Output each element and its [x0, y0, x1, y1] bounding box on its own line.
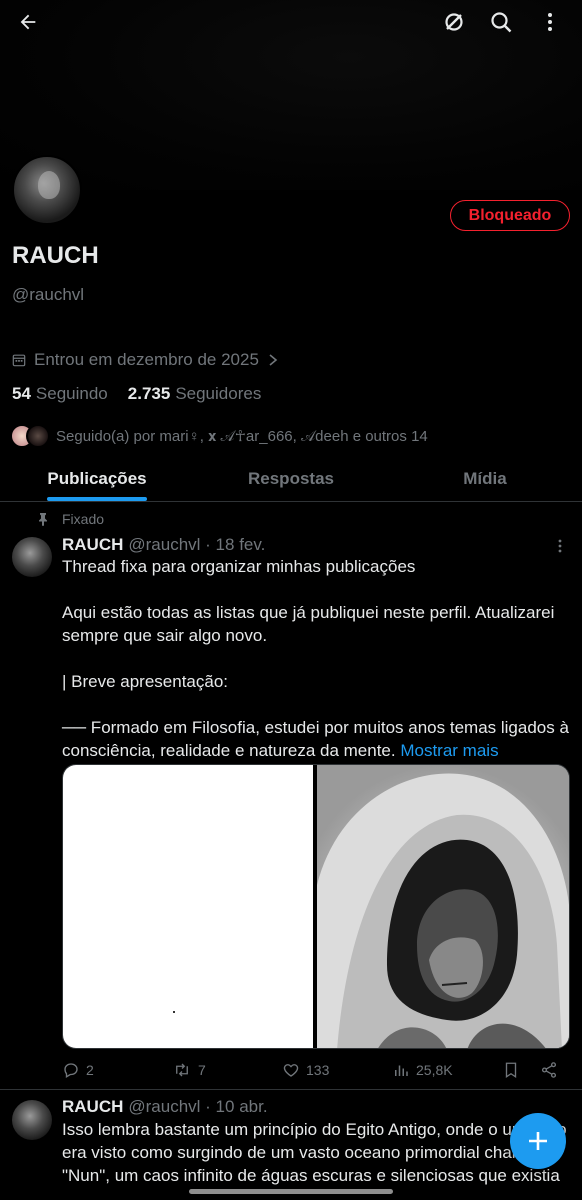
profile-handle: @rauchvl: [12, 285, 85, 304]
home-indicator[interactable]: [189, 1189, 393, 1194]
post-image-2[interactable]: [317, 765, 569, 1048]
search-icon[interactable]: [487, 8, 515, 36]
followed-by-text: Seguido(a) por mari♀, 𝐱 𝒜☥ar_666, 𝒜deeh …: [56, 428, 428, 445]
post-divider: [0, 1089, 582, 1090]
post-more-icon[interactable]: [552, 538, 568, 554]
followed-by-row[interactable]: Seguido(a) por mari♀, 𝐱 𝒜☥ar_666, 𝒜deeh …: [10, 424, 428, 448]
post-paragraph: Aqui estão todas as listas que já publiq…: [62, 603, 555, 645]
post-avatar[interactable]: [12, 1100, 52, 1140]
tab-replies[interactable]: Respostas: [194, 456, 388, 501]
pinned-label: Fixado: [62, 511, 105, 527]
post-author-name[interactable]: RAUCH: [62, 1097, 123, 1117]
follower-avatar: [26, 424, 50, 448]
post-actions: 2 7 133 25,8K: [62, 1060, 570, 1080]
post-author-meta: @rauchvl · 10 abr.: [128, 1097, 268, 1116]
profile-tabs: Publicações Respostas Mídia: [0, 456, 582, 502]
share-icon: [541, 1062, 557, 1078]
profile-avatar[interactable]: [12, 155, 82, 225]
share-button[interactable]: [540, 1061, 564, 1079]
followers-count: 2.735: [127, 384, 171, 403]
calendar-icon: [12, 354, 26, 367]
more-options-icon[interactable]: [536, 8, 564, 36]
followers-link[interactable]: 2.735 Seguidores: [128, 384, 262, 404]
blocked-button[interactable]: Bloqueado: [450, 200, 570, 231]
show-more-link[interactable]: Mostrar mais: [400, 741, 498, 760]
following-link[interactable]: 54 Seguindo: [12, 384, 108, 404]
profile-name: RAUCH: [12, 242, 99, 269]
joined-date-row[interactable]: Entrou em dezembro de 2025: [12, 350, 279, 370]
post-paragraph: | Breve apresentação:: [62, 672, 229, 691]
post-header: RAUCH @rauchvl · 18 fev.: [62, 535, 265, 555]
plus-icon: [529, 1132, 547, 1150]
repost-count: 7: [198, 1062, 206, 1078]
repost-icon: [176, 1063, 188, 1077]
pin-icon: [39, 513, 47, 526]
post-header: RAUCH @rauchvl · 10 abr.: [62, 1097, 268, 1117]
reply-button[interactable]: 2: [62, 1061, 94, 1079]
bookmark-button[interactable]: [502, 1061, 526, 1079]
like-count: 133: [306, 1062, 330, 1078]
post-author-meta: @rauchvl · 18 fev.: [128, 535, 266, 554]
post-author-name[interactable]: RAUCH: [62, 535, 123, 555]
chevron-right-icon: [269, 354, 278, 366]
hooded-figure-illustration: [317, 765, 569, 1048]
back-arrow-icon[interactable]: [14, 8, 42, 36]
follow-stats: 54 Seguindo 2.735 Seguidores: [12, 384, 281, 404]
following-count: 54: [12, 384, 31, 403]
top-bar: [0, 0, 582, 44]
post-image-1[interactable]: [63, 765, 314, 1048]
view-count: 25,8K: [416, 1062, 453, 1078]
compose-button[interactable]: [510, 1113, 566, 1169]
reply-icon: [64, 1063, 78, 1078]
like-button[interactable]: 133: [282, 1061, 329, 1079]
post-body[interactable]: Isso lembra bastante um princípio do Egi…: [62, 1118, 570, 1188]
bookmark-icon: [505, 1062, 517, 1079]
tab-posts[interactable]: Publicações: [0, 456, 194, 501]
pinned-indicator: Fixado: [36, 511, 104, 527]
post-paragraph: Isso lembra bastante um princípio do Egi…: [62, 1120, 567, 1185]
repost-button[interactable]: 7: [172, 1061, 206, 1079]
tab-media[interactable]: Mídia: [388, 456, 582, 501]
post-body[interactable]: Thread fixa para organizar minhas public…: [62, 555, 570, 762]
post-paragraph-last: ── Formado em Filosofia, estudei por mui…: [62, 716, 570, 762]
views-icon: [395, 1065, 408, 1076]
post-paragraph: Thread fixa para organizar minhas public…: [62, 557, 416, 576]
post-media: [62, 764, 570, 1049]
followers-label: Seguidores: [175, 384, 262, 403]
grok-icon[interactable]: [440, 8, 468, 36]
views-button[interactable]: 25,8K: [392, 1061, 453, 1079]
post-avatar[interactable]: [12, 537, 52, 577]
following-label: Seguindo: [35, 384, 108, 403]
heart-icon: [283, 1064, 299, 1077]
joined-date: Entrou em dezembro de 2025: [34, 350, 259, 369]
reply-count: 2: [86, 1062, 94, 1078]
